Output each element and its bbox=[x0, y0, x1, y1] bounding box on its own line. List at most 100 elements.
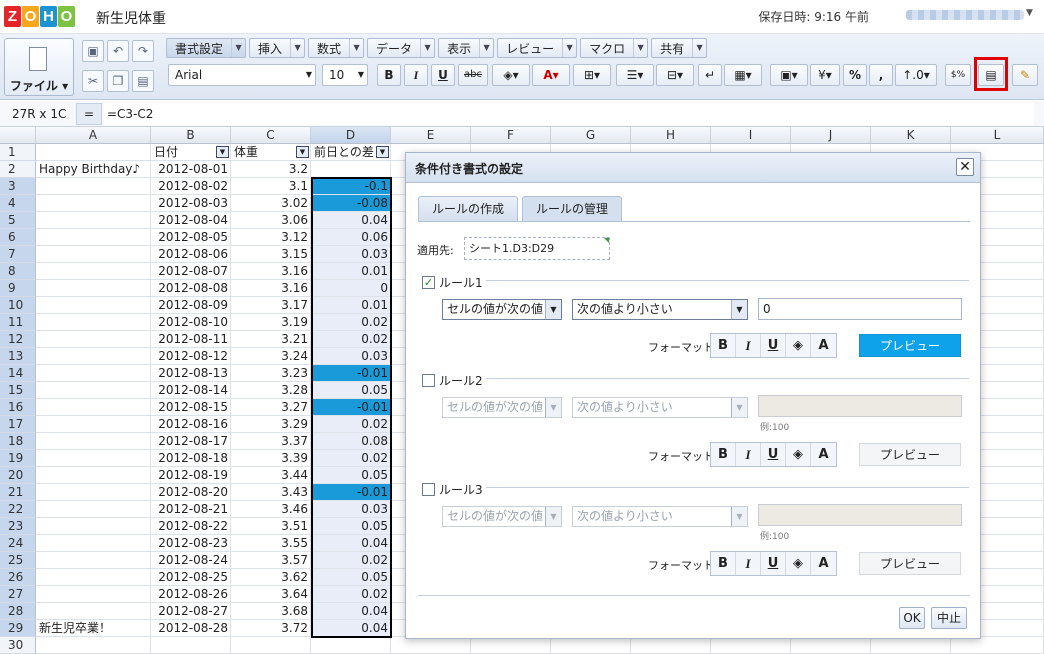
format-painter-icon[interactable]: ✎ bbox=[1012, 64, 1038, 86]
row-header[interactable]: 4 bbox=[0, 195, 36, 212]
cell-weight[interactable]: 3.28 bbox=[231, 382, 311, 399]
cell-weight[interactable]: 3.02 bbox=[231, 195, 311, 212]
row-header[interactable]: 30 bbox=[0, 637, 36, 654]
comma-button[interactable]: , bbox=[869, 64, 893, 86]
italic-button[interactable]: I bbox=[404, 64, 428, 86]
file-menu-button[interactable]: ファイル ▾ bbox=[4, 38, 74, 96]
percent-button[interactable]: % bbox=[843, 64, 867, 86]
header-weight[interactable]: 体重 ▼ bbox=[231, 144, 311, 161]
underline-button[interactable]: U bbox=[761, 334, 786, 357]
fill-color-icon[interactable]: ◈▾ bbox=[492, 64, 530, 86]
row-header[interactable]: 1 bbox=[0, 144, 36, 161]
rule-2-checkbox[interactable] bbox=[422, 374, 435, 387]
cell-date[interactable]: 2012-08-15 bbox=[151, 399, 231, 416]
cell-date[interactable]: 2012-08-02 bbox=[151, 178, 231, 195]
column-header-c[interactable]: C bbox=[231, 127, 311, 144]
header-date[interactable]: 日付 ▼ bbox=[151, 144, 231, 161]
tab-data[interactable]: データ ▼ bbox=[367, 38, 436, 58]
cell-a[interactable] bbox=[36, 552, 151, 569]
row-header[interactable]: 9 bbox=[0, 280, 36, 297]
column-header-j[interactable]: J bbox=[791, 127, 871, 144]
rule-1-checkbox[interactable]: ✓ bbox=[422, 276, 435, 289]
wrap-text-icon[interactable]: ↵ bbox=[698, 64, 722, 86]
rule-3-condition-select[interactable]: セルの値が次の値 ▼ bbox=[442, 506, 562, 527]
save-icon[interactable]: ▣ bbox=[82, 40, 104, 62]
filter-dropdown-icon[interactable]: ▼ bbox=[376, 146, 389, 158]
underline-button[interactable]: U bbox=[431, 64, 455, 86]
cell-date[interactable]: 2012-08-26 bbox=[151, 586, 231, 603]
rule-1-operator-select[interactable]: 次の値より小さい ▼ bbox=[572, 299, 748, 320]
row-header[interactable]: 27 bbox=[0, 586, 36, 603]
rule-2-condition-select[interactable]: セルの値が次の値 ▼ bbox=[442, 397, 562, 418]
cell-date[interactable]: 2012-08-17 bbox=[151, 433, 231, 450]
italic-button[interactable]: I bbox=[736, 552, 761, 575]
bold-button[interactable]: B bbox=[377, 64, 401, 86]
font-family-select[interactable]: Arial ▼ bbox=[168, 64, 316, 86]
underline-button[interactable]: U bbox=[761, 552, 786, 575]
column-header-h[interactable]: H bbox=[631, 127, 711, 144]
font-color-icon[interactable]: A bbox=[811, 334, 836, 357]
paste-icon[interactable]: ▤ bbox=[132, 70, 154, 92]
cell-diff[interactable] bbox=[311, 637, 391, 654]
cell-date[interactable]: 2012-08-07 bbox=[151, 263, 231, 280]
cell-weight[interactable]: 3.57 bbox=[231, 552, 311, 569]
empty-cell[interactable] bbox=[791, 637, 871, 654]
document-title[interactable]: 新生児体重 bbox=[96, 8, 166, 28]
row-header[interactable]: 28 bbox=[0, 603, 36, 620]
row-header[interactable]: 8 bbox=[0, 263, 36, 280]
cell-a[interactable] bbox=[36, 331, 151, 348]
user-dropdown-icon[interactable]: ▼ bbox=[1026, 8, 1033, 18]
cell-diff[interactable] bbox=[311, 161, 391, 178]
tab-review[interactable]: レビュー ▼ bbox=[497, 38, 578, 58]
cell-a[interactable] bbox=[36, 569, 151, 586]
tab-view[interactable]: 表示 ▼ bbox=[438, 38, 495, 58]
cell-date[interactable]: 2012-08-20 bbox=[151, 484, 231, 501]
cell-a[interactable] bbox=[36, 195, 151, 212]
cell-weight[interactable]: 3.27 bbox=[231, 399, 311, 416]
chevron-down-icon[interactable]: ▼ bbox=[231, 39, 245, 57]
tab-create-rule[interactable]: ルールの作成 bbox=[418, 196, 519, 221]
chevron-down-icon[interactable]: ▼ bbox=[562, 39, 576, 57]
header-diff[interactable]: 前日との差 ▼ bbox=[311, 144, 391, 161]
zoho-logo[interactable]: Z O H O bbox=[4, 6, 75, 27]
cell-a[interactable] bbox=[36, 263, 151, 280]
italic-button[interactable]: I bbox=[736, 443, 761, 466]
cell-weight[interactable]: 3.06 bbox=[231, 212, 311, 229]
cell-weight[interactable]: 3.55 bbox=[231, 535, 311, 552]
chevron-down-icon[interactable]: ▼ bbox=[692, 39, 706, 57]
cell-weight[interactable]: 3.39 bbox=[231, 450, 311, 467]
underline-button[interactable]: U bbox=[761, 443, 786, 466]
empty-cell[interactable] bbox=[711, 637, 791, 654]
cell-date[interactable]: 2012-08-08 bbox=[151, 280, 231, 297]
row-header[interactable]: 21 bbox=[0, 484, 36, 501]
row-header[interactable]: 15 bbox=[0, 382, 36, 399]
cell-date[interactable]: 2012-08-09 bbox=[151, 297, 231, 314]
cell-weight[interactable]: 3.17 bbox=[231, 297, 311, 314]
row-header[interactable]: 17 bbox=[0, 416, 36, 433]
column-header-g[interactable]: G bbox=[551, 127, 631, 144]
row-header[interactable]: 10 bbox=[0, 297, 36, 314]
cell-a[interactable] bbox=[36, 144, 151, 161]
cell-weight[interactable]: 3.16 bbox=[231, 263, 311, 280]
tab-share[interactable]: 共有 ▼ bbox=[651, 38, 708, 58]
cell-a[interactable] bbox=[36, 229, 151, 246]
row-header[interactable]: 14 bbox=[0, 365, 36, 382]
cell-date[interactable]: 2012-08-18 bbox=[151, 450, 231, 467]
apply-to-range[interactable]: シート1.D3:D29 bbox=[464, 237, 610, 260]
cell-a[interactable] bbox=[36, 603, 151, 620]
cell-weight[interactable]: 3.19 bbox=[231, 314, 311, 331]
chevron-down-icon[interactable]: ▼ bbox=[479, 39, 493, 57]
row-header[interactable]: 25 bbox=[0, 552, 36, 569]
chevron-down-icon[interactable]: ▼ bbox=[290, 39, 304, 57]
cell-a[interactable]: 新生児卒業！ bbox=[36, 620, 151, 637]
cell-date[interactable]: 2012-08-14 bbox=[151, 382, 231, 399]
cell-weight[interactable]: 3.12 bbox=[231, 229, 311, 246]
decimal-icon[interactable]: ↑.0▾ bbox=[895, 64, 937, 86]
column-header-k[interactable]: K bbox=[871, 127, 951, 144]
cell-date[interactable]: 2012-08-16 bbox=[151, 416, 231, 433]
undo-icon[interactable]: ↶ bbox=[107, 40, 129, 62]
font-color-icon[interactable]: A bbox=[811, 552, 836, 575]
rule-2-preview-button[interactable]: プレビュー bbox=[859, 443, 961, 466]
column-header-e[interactable]: E bbox=[391, 127, 471, 144]
strikethrough-button[interactable]: abc bbox=[458, 64, 488, 86]
